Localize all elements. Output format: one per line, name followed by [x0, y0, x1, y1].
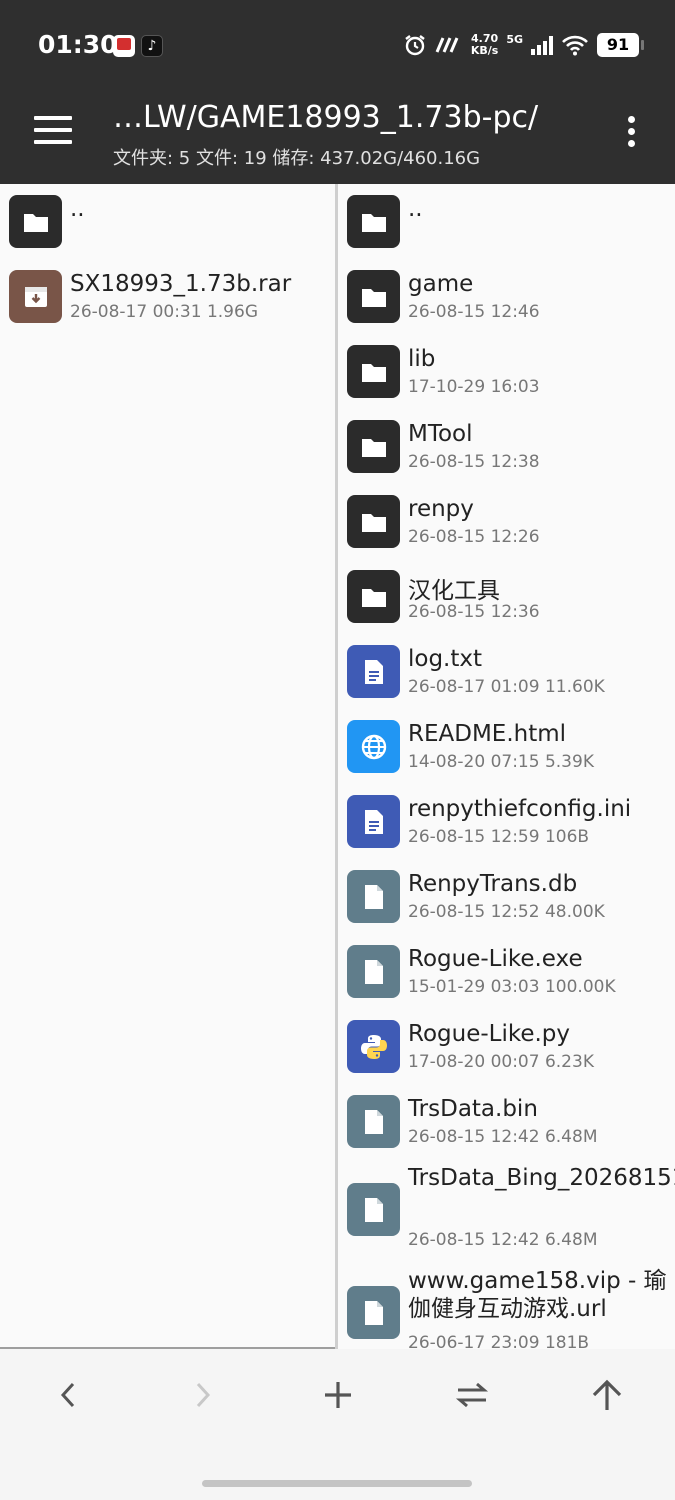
back-button[interactable]	[43, 1375, 93, 1415]
file-name: game	[408, 271, 474, 297]
file-row[interactable]: game 26-08-15 12:46	[338, 259, 675, 334]
parent-folder-button[interactable]	[582, 1375, 632, 1415]
file-row[interactable]: lib 17-10-29 16:03	[338, 334, 675, 409]
file-name: www.game158.vip - 瑜伽健身互动游戏.url	[408, 1268, 667, 1322]
file-row[interactable]: TrsData.bin 26-08-15 12:42 6.48M	[338, 1084, 675, 1159]
left-file-pane[interactable]: .. SX18993_1.73b.rar 26-08-17 00:31 1.96…	[0, 184, 335, 1349]
file-name: 汉化工具	[408, 578, 500, 604]
file-row[interactable]: log.txt 26-08-17 01:09 11.60K	[338, 634, 675, 709]
arrow-up-icon	[592, 1379, 622, 1410]
nfc-icon	[435, 37, 459, 53]
file-row-parent[interactable]: ..	[0, 184, 335, 259]
generic-file-icon	[347, 1095, 400, 1148]
file-row[interactable]: README.html 14-08-20 07:15 5.39K	[338, 709, 675, 784]
file-row[interactable]: Rogue-Like.py 17-08-20 00:07 6.23K	[338, 1009, 675, 1084]
file-name: SX18993_1.73b.rar	[70, 271, 292, 297]
hamburger-menu-icon[interactable]	[34, 116, 72, 146]
current-path[interactable]: …LW/GAME18993_1.73b-pc/	[113, 100, 538, 135]
file-name: renpy	[408, 496, 474, 522]
add-button[interactable]	[313, 1375, 363, 1415]
status-indicators: 4.70 KB/s 5G 91	[403, 30, 644, 60]
file-name: TrsData.bin	[408, 1096, 538, 1122]
file-name: MTool	[408, 421, 473, 447]
file-row-parent[interactable]: ..	[338, 184, 675, 259]
wifi-icon	[562, 35, 588, 56]
file-name: RenpyTrans.db	[408, 871, 578, 897]
file-meta: 14-08-20 07:15 5.39K	[408, 752, 594, 772]
chevron-right-icon	[196, 1382, 211, 1408]
file-meta: 17-10-29 16:03	[408, 377, 540, 397]
folder-icon	[347, 570, 400, 623]
network-type: 5G	[506, 33, 523, 46]
file-name: log.txt	[408, 646, 483, 672]
chevron-left-icon	[60, 1382, 75, 1408]
file-name: README.html	[408, 721, 567, 747]
file-meta: 26-08-15 12:52 48.00K	[408, 902, 605, 922]
web-file-icon	[347, 720, 400, 773]
file-row[interactable]: 汉化工具 26-08-15 12:36	[338, 559, 675, 634]
clock: 01:30	[38, 30, 118, 59]
folder-icon	[347, 345, 400, 398]
generic-file-icon	[347, 945, 400, 998]
folder-icon	[347, 270, 400, 323]
file-name: Rogue-Like.py	[408, 1021, 571, 1047]
file-row[interactable]: MTool 26-08-15 12:38	[338, 409, 675, 484]
swap-icon	[455, 1382, 489, 1408]
file-meta: 26-06-17 23:09 181B	[408, 1333, 590, 1349]
file-name: TrsData_Bing_2026815124241P.bin	[408, 1165, 675, 1191]
text-file-icon	[347, 645, 400, 698]
home-indicator[interactable]	[202, 1480, 472, 1487]
battery-indicator: 91	[597, 33, 644, 57]
file-name: renpythiefconfig.ini	[408, 796, 632, 822]
tiktok-notification-icon: ♪	[141, 35, 163, 57]
file-name: ..	[70, 196, 85, 222]
file-meta: 26-08-15 12:46	[408, 302, 540, 322]
more-options-icon[interactable]	[625, 116, 637, 150]
swap-panes-button[interactable]	[447, 1375, 497, 1415]
app-notification-icon	[113, 35, 135, 57]
file-meta: 26-08-15 12:38	[408, 452, 540, 472]
file-meta: 17-08-20 00:07 6.23K	[408, 1052, 594, 1072]
file-meta: 26-08-15 12:42 6.48M	[408, 1230, 598, 1250]
generic-file-icon	[347, 1286, 400, 1339]
file-row[interactable]: RenpyTrans.db 26-08-15 12:52 48.00K	[338, 859, 675, 934]
folder-stats: 文件夹: 5 文件: 19 储存: 437.02G/460.16G	[113, 148, 481, 169]
app-toolbar: …LW/GAME18993_1.73b-pc/ 文件夹: 5 文件: 19 储存…	[0, 88, 675, 184]
folder-icon	[347, 420, 400, 473]
folder-icon	[347, 495, 400, 548]
signal-icon	[531, 35, 553, 55]
file-meta: 26-08-17 00:31 1.96G	[70, 302, 258, 322]
file-meta: 26-08-15 12:36	[408, 602, 540, 622]
folder-icon	[9, 195, 62, 248]
file-meta: 15-01-29 03:03 100.00K	[408, 977, 616, 997]
right-file-pane[interactable]: .. game 26-08-15 12:46 lib 17-10-29 16:03 MTo…	[338, 184, 675, 1349]
file-row[interactable]: Rogue-Like.exe 15-01-29 03:03 100.00K	[338, 934, 675, 1009]
forward-button[interactable]	[178, 1375, 228, 1415]
file-meta: 26-08-15 12:59 106B	[408, 827, 590, 847]
file-name: lib	[408, 346, 436, 372]
file-row[interactable]: renpythiefconfig.ini 26-08-15 12:59 106B	[338, 784, 675, 859]
alarm-icon	[405, 35, 425, 56]
text-file-icon	[347, 795, 400, 848]
file-row-archive[interactable]: SX18993_1.73b.rar 26-08-17 00:31 1.96G	[0, 259, 335, 334]
bottom-navigation	[0, 1349, 675, 1500]
plus-icon	[325, 1382, 351, 1408]
network-speed: 4.70 KB/s	[470, 32, 499, 57]
file-row[interactable]: TrsData_Bing_2026815124241P.bin 26-08-15 …	[338, 1159, 675, 1262]
file-name: Rogue-Like.exe	[408, 946, 583, 972]
file-meta: 26-08-15 12:42 6.48M	[408, 1127, 598, 1147]
file-row[interactable]: www.game158.vip - 瑜伽健身互动游戏.url 26-06-17 2…	[338, 1262, 675, 1349]
folder-icon	[347, 195, 400, 248]
generic-file-icon	[347, 1183, 400, 1236]
file-meta: 26-08-15 12:26	[408, 527, 540, 547]
file-meta: 26-08-17 01:09 11.60K	[408, 677, 605, 697]
status-bar: 01:30 ♪ 4.70 KB/s 5G 91	[0, 0, 675, 88]
archive-icon	[9, 270, 62, 323]
file-row[interactable]: renpy 26-08-15 12:26	[338, 484, 675, 559]
python-file-icon	[347, 1020, 400, 1073]
generic-file-icon	[347, 870, 400, 923]
file-name: ..	[408, 196, 423, 222]
